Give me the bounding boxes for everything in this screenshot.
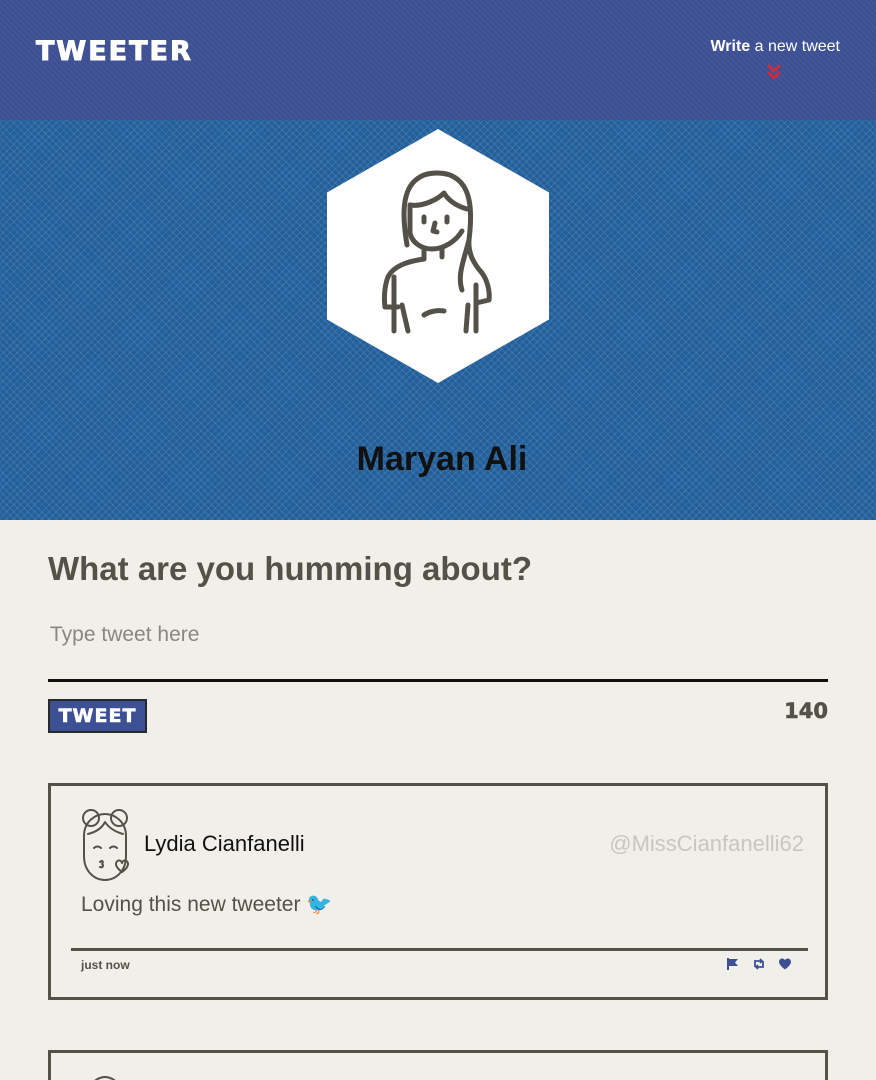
character-counter: 140 — [784, 699, 828, 724]
write-toggle-bold: Write — [710, 38, 751, 55]
tweet-card — [48, 1050, 828, 1080]
tweet-author-avatar-icon — [94, 1075, 116, 1080]
retweet-icon[interactable] — [752, 957, 766, 971]
heart-icon[interactable] — [778, 957, 792, 971]
tweet-submit-button[interactable]: Tweet — [48, 699, 147, 733]
tweet-text: Loving this new tweeter 🐦 — [81, 893, 333, 916]
woman-avatar-icon — [381, 170, 492, 334]
tweet-card: Lydia Cianfanelli @MissCianfanelli62 Lov… — [48, 783, 828, 1000]
flag-icon[interactable] — [726, 957, 740, 971]
tweet-timestamp: just now — [81, 958, 130, 972]
tweet-author-avatar-icon — [82, 809, 129, 881]
top-nav: Tweeter Write a new tweet — [0, 0, 876, 120]
write-tweet-toggle[interactable]: Write a new tweet — [700, 38, 840, 56]
profile-name: Maryan Ali — [356, 440, 528, 478]
compose-title: What are you humming about? — [48, 550, 532, 587]
tweet-author-handle: @MissCianfanelli62 — [609, 831, 804, 856]
app-logo[interactable]: Tweeter — [36, 36, 193, 68]
double-chevron-down-icon[interactable] — [766, 62, 782, 82]
tweet-author-name: Lydia Cianfanelli — [144, 831, 305, 856]
tweet-input[interactable] — [48, 612, 828, 682]
tweet-footer-divider — [71, 948, 808, 951]
write-toggle-rest: a new tweet — [750, 38, 840, 55]
